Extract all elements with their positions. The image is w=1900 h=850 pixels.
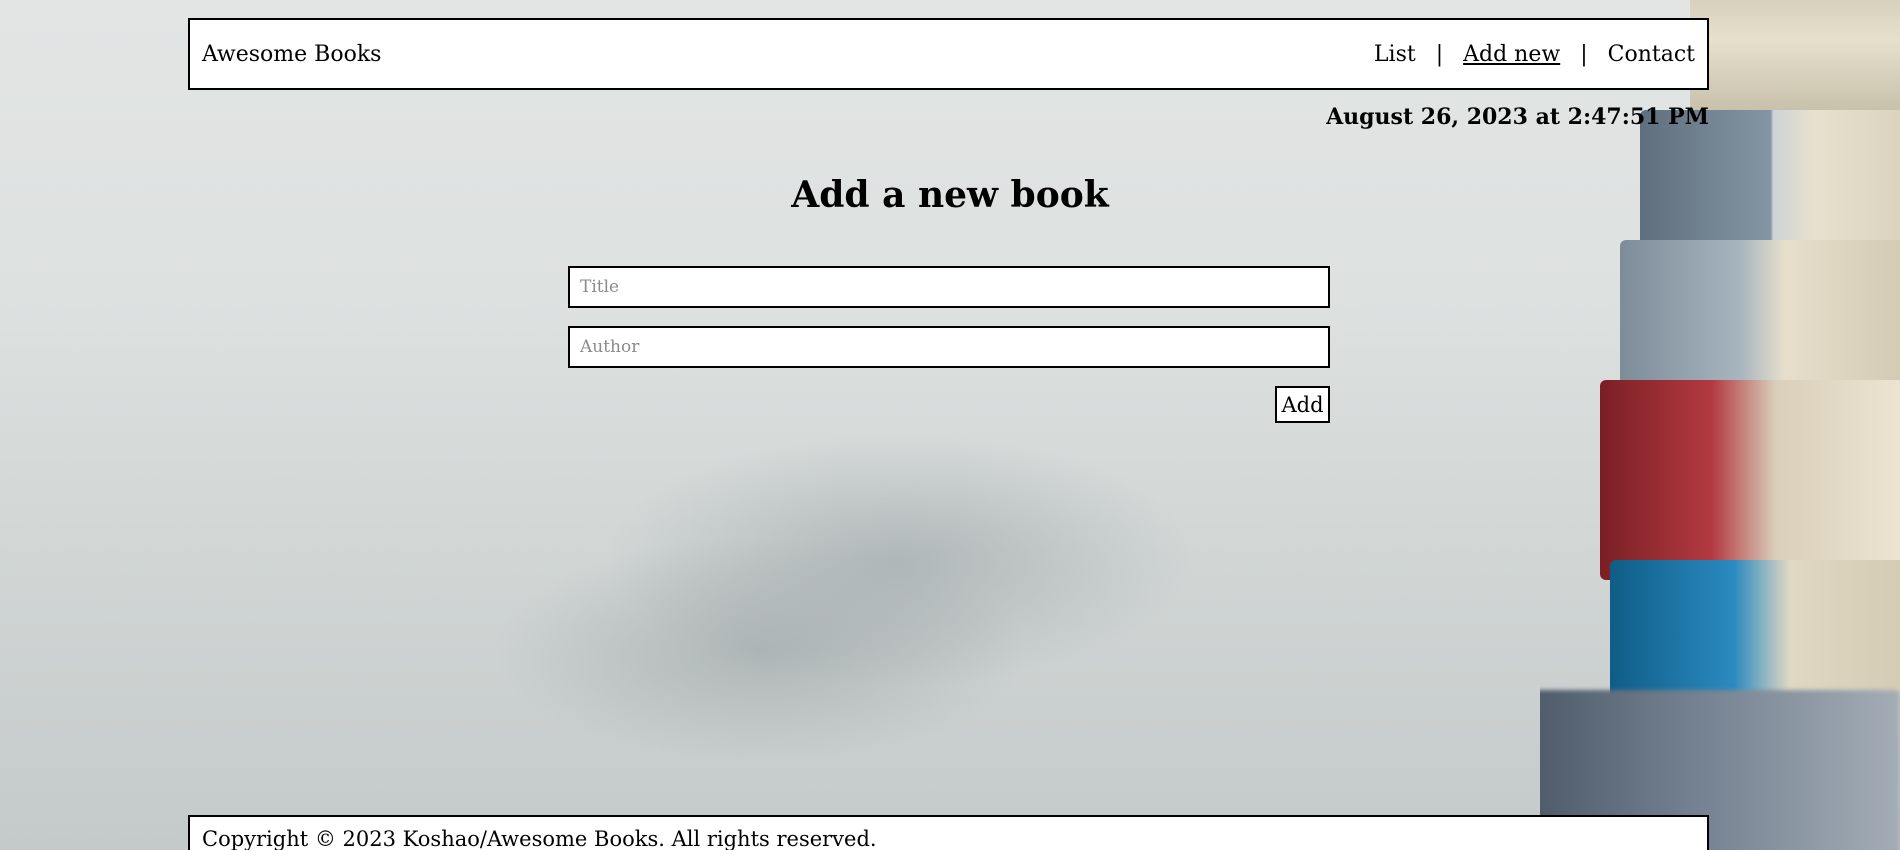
site-header: Awesome Books List | Add new | Contact [188,18,1709,90]
book-title-input[interactable] [568,266,1330,308]
site-footer: Copyright © 2023 Koshao/Awesome Books. A… [188,815,1709,850]
nav-link-add-new[interactable]: Add new [1463,42,1560,67]
nav-separator: | [1580,41,1588,67]
page-title: Add a new book [791,174,1109,216]
main-nav: List | Add new | Contact [1374,42,1695,67]
copyright-text: Copyright © 2023 Koshao/Awesome Books. A… [202,827,877,850]
book-author-input[interactable] [568,326,1330,368]
nav-link-contact[interactable]: Contact [1608,42,1695,67]
nav-link-list[interactable]: List [1374,42,1416,67]
nav-separator: | [1435,41,1444,67]
add-book-button[interactable]: Add [1275,386,1330,423]
background-book [1600,380,1900,580]
background-book [1620,240,1900,400]
current-datetime: August 26, 2023 at 2:47:51 PM [1326,104,1709,130]
site-logo: Awesome Books [202,41,382,67]
